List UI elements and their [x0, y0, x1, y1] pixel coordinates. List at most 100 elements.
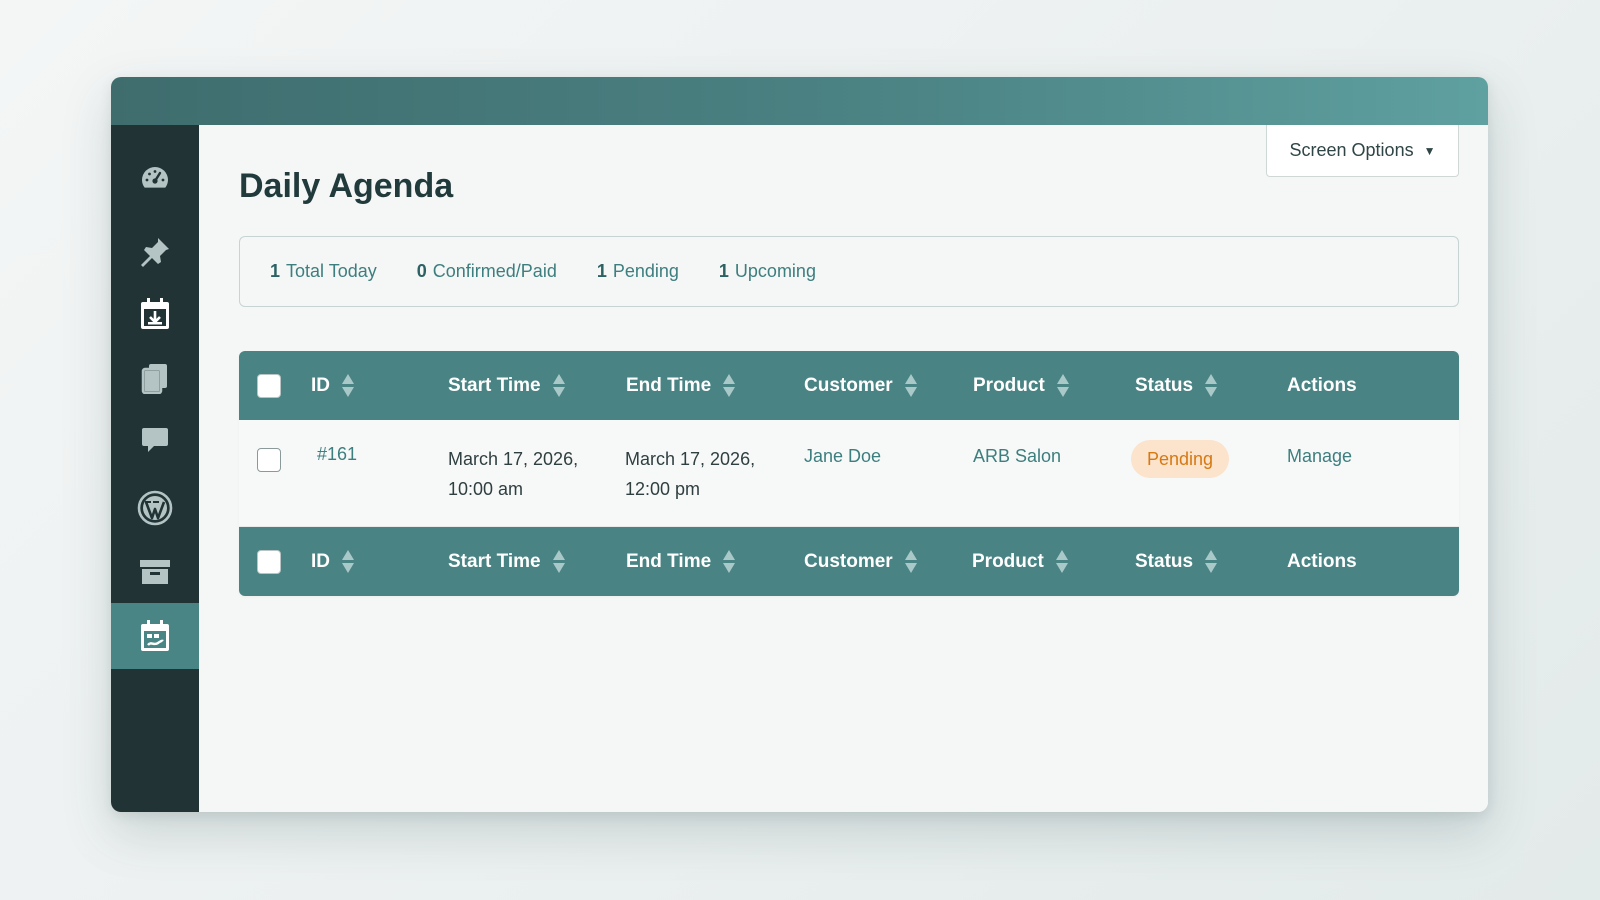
sidebar-item-archive[interactable]: [111, 539, 199, 605]
sidebar-item-posts[interactable]: [111, 219, 199, 285]
cell-id: #161: [317, 420, 357, 526]
sidebar-item-agenda[interactable]: [111, 603, 199, 669]
column-header-status[interactable]: Status: [1135, 351, 1218, 420]
column-label: Customer: [804, 374, 893, 396]
sort-icon: [904, 374, 917, 397]
sort-icon: [1056, 374, 1069, 397]
screen-options-button[interactable]: Screen Options ▼: [1266, 125, 1459, 177]
customer-link[interactable]: Jane Doe: [804, 446, 881, 467]
column-label: ID: [311, 374, 330, 396]
caret-down-icon: ▼: [1423, 143, 1436, 158]
sort-icon: [904, 550, 917, 573]
page-title: Daily Agenda: [239, 167, 454, 205]
sidebar-item-pages[interactable]: [111, 345, 199, 411]
column-label: Product: [972, 550, 1044, 572]
cell-status: Pending: [1131, 420, 1230, 526]
sort-icon: [552, 550, 565, 573]
column-header-end-time[interactable]: End Time: [626, 351, 736, 420]
stat-upcoming[interactable]: 1 Upcoming: [719, 261, 816, 282]
calendar-active-icon: [141, 620, 169, 651]
footer-header-end-time[interactable]: End Time: [626, 527, 736, 596]
table-footer: ID Start Time End Time Customer Product: [239, 527, 1459, 596]
archive-icon: [140, 560, 170, 584]
sort-icon: [723, 550, 736, 573]
column-label: Start Time: [448, 374, 541, 396]
cell-customer: Jane Doe: [804, 420, 881, 526]
cell-actions: Manage: [1287, 420, 1352, 526]
stat-confirmed-paid[interactable]: 0 Confirmed/Paid: [417, 261, 557, 282]
appointments-table: ID Start Time End Time Customer Product: [239, 351, 1459, 596]
start-date: March 17, 2026,: [448, 449, 579, 469]
stat-label: Confirmed/Paid: [432, 261, 557, 281]
footer-header-start-time[interactable]: Start Time: [448, 527, 565, 596]
footer-select-all: [257, 527, 281, 596]
stat-count: 1: [270, 261, 281, 281]
sidebar-item-comments[interactable]: [111, 407, 199, 473]
column-header-id[interactable]: ID: [311, 351, 354, 420]
table-row: #161 March 17, 2026, 10:00 am March 17, …: [239, 420, 1459, 527]
stat-count: 0: [416, 261, 427, 281]
pages-icon: [141, 364, 167, 394]
column-header-start-time[interactable]: Start Time: [448, 351, 565, 420]
sort-icon: [552, 374, 565, 397]
stat-label: Upcoming: [734, 261, 816, 281]
column-label: Product: [973, 374, 1045, 396]
status-badge: Pending: [1131, 440, 1230, 478]
column-label: Status: [1135, 374, 1194, 396]
sort-icon: [342, 374, 354, 397]
sort-icon: [723, 374, 736, 397]
stat-count: 1: [596, 261, 607, 281]
select-all-checkbox[interactable]: [257, 373, 281, 398]
wordpress-icon: [137, 490, 173, 526]
screen-options-label: Screen Options: [1289, 140, 1414, 160]
top-bar: [111, 77, 1488, 125]
sidebar-item-dashboard[interactable]: [111, 145, 199, 211]
comment-icon: [142, 428, 168, 452]
sort-icon: [1055, 550, 1068, 573]
footer-header-actions: Actions: [1287, 527, 1357, 596]
table-header: ID Start Time End Time Customer Product: [239, 351, 1459, 420]
sidebar-item-wordpress[interactable]: [111, 475, 199, 541]
calendar-download-icon: [141, 298, 169, 329]
sidebar-item-bookings[interactable]: [111, 281, 199, 347]
row-select: [257, 420, 281, 526]
cell-product: ARB Salon: [973, 420, 1061, 526]
column-header-customer[interactable]: Customer: [804, 351, 917, 420]
column-label: Start Time: [448, 550, 541, 572]
app-window: Screen Options ▼ Daily Agenda 1 Total Tod…: [111, 77, 1488, 812]
column-label: End Time: [626, 550, 712, 572]
column-header-product[interactable]: Product: [973, 351, 1069, 420]
column-label: Customer: [804, 550, 893, 572]
manage-link[interactable]: Manage: [1287, 446, 1352, 467]
stat-pending[interactable]: 1 Pending: [597, 261, 679, 282]
column-label: ID: [311, 550, 330, 572]
row-checkbox[interactable]: [257, 448, 281, 472]
sort-icon: [1205, 550, 1218, 573]
dashboard-icon: [142, 167, 168, 188]
sort-icon: [342, 550, 354, 573]
stat-count: 1: [718, 261, 729, 281]
footer-header-id[interactable]: ID: [311, 527, 354, 596]
start-time: 10:00 am: [448, 479, 524, 499]
product-link[interactable]: ARB Salon: [973, 446, 1061, 467]
column-label: Actions: [1287, 550, 1357, 572]
end-time: 12:00 pm: [625, 479, 701, 499]
footer-header-status[interactable]: Status: [1135, 527, 1218, 596]
sidebar: [111, 125, 199, 812]
footer-header-product[interactable]: Product: [972, 527, 1068, 596]
column-label: Status: [1135, 550, 1194, 572]
column-label: Actions: [1287, 374, 1357, 396]
stats-bar: 1 Total Today 0 Confirmed/Paid 1 Pending 1U…: [239, 236, 1459, 307]
cell-end-time: March 17, 2026, 12:00 pm: [625, 420, 755, 526]
stat-total-today[interactable]: 1 Total Today: [270, 261, 377, 282]
column-header-actions: Actions: [1287, 351, 1357, 420]
main-content: Screen Options ▼ Daily Agenda 1 Total Tod…: [199, 125, 1488, 812]
footer-header-customer[interactable]: Customer: [804, 527, 917, 596]
pin-icon: [141, 238, 169, 267]
stat-label: Total Today: [286, 261, 377, 281]
header-select-all: [257, 351, 281, 420]
select-all-checkbox-footer[interactable]: [257, 549, 281, 574]
stat-label: Pending: [612, 261, 679, 281]
cell-start-time: March 17, 2026, 10:00 am: [448, 420, 578, 526]
appointment-id-link[interactable]: #161: [317, 444, 357, 465]
